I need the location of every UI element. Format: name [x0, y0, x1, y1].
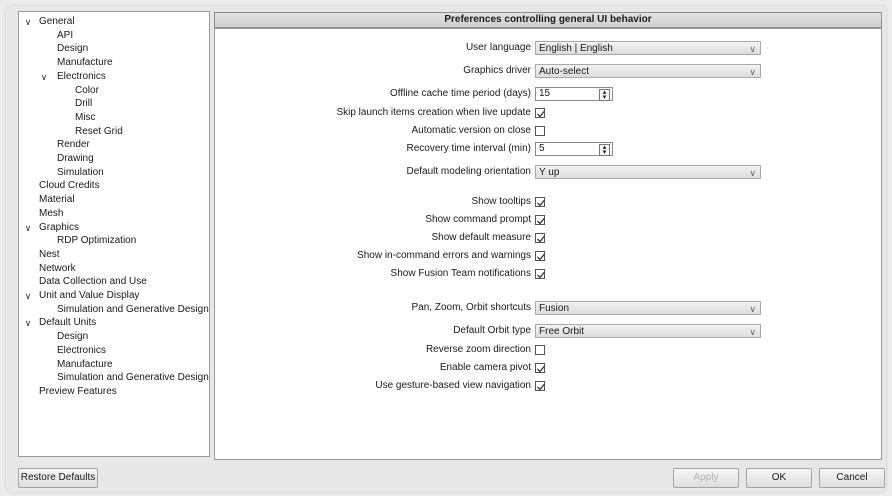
- checkmark-icon: [537, 199, 546, 207]
- auto-version-checkbox[interactable]: [535, 126, 545, 136]
- orientation-label: Default modeling orientation: [406, 166, 531, 177]
- show-tooltips-label: Show tooltips: [471, 196, 531, 207]
- tree-item[interactable]: Nest: [39, 248, 60, 262]
- pan-zoom-orbit-value: Fusion: [539, 303, 570, 314]
- settings-panel: User language English | English ∨ Graphics …: [214, 28, 882, 460]
- show-command-prompt-label: Show command prompt: [425, 214, 531, 225]
- show-command-prompt-checkbox[interactable]: [535, 215, 546, 225]
- ok-button[interactable]: OK: [746, 468, 812, 488]
- chevron-down-icon[interactable]: ∨: [23, 221, 33, 235]
- show-errors-warnings-checkbox[interactable]: [535, 251, 546, 261]
- gesture-navigation-checkbox[interactable]: [535, 381, 546, 391]
- tree-item[interactable]: Drawing: [57, 152, 94, 166]
- checkmark-icon: [537, 235, 546, 243]
- checkmark-icon: [537, 253, 546, 261]
- pan-zoom-orbit-label: Pan, Zoom, Orbit shortcuts: [411, 302, 532, 313]
- chevron-down-icon[interactable]: ∨: [23, 289, 33, 303]
- checkmark-icon: [537, 383, 546, 391]
- user-language-label: User language: [465, 42, 531, 53]
- tree-item[interactable]: Mesh: [39, 207, 63, 221]
- tree-item[interactable]: Network: [39, 262, 76, 276]
- reverse-zoom-checkbox[interactable]: [535, 345, 545, 355]
- orbit-type-value: Free Orbit: [539, 326, 585, 337]
- tree-item[interactable]: API: [57, 29, 73, 43]
- tree-item[interactable]: RDP Optimization: [57, 234, 136, 248]
- checkmark-icon: [537, 110, 546, 118]
- tree-item[interactable]: Design: [57, 330, 88, 344]
- tree-item[interactable]: Reset Grid: [75, 125, 123, 139]
- tree-item[interactable]: Drill: [75, 97, 92, 111]
- preferences-tree[interactable]: General ∨ API Design Manufacture Electronics ∨…: [18, 11, 210, 457]
- checkmark-icon: [537, 271, 546, 279]
- show-tooltips-checkbox[interactable]: [535, 197, 546, 207]
- gesture-navigation-label: Use gesture-based view navigation: [375, 380, 531, 391]
- spinner-arrows-icon[interactable]: ▴ ▾: [599, 144, 610, 156]
- tree-item[interactable]: Default Units: [39, 316, 96, 330]
- chevron-down-icon: ∨: [749, 327, 756, 337]
- user-language-value: English | English: [539, 43, 613, 54]
- graphics-driver-dropdown[interactable]: Auto-select ∨: [535, 64, 761, 78]
- camera-pivot-checkbox[interactable]: [535, 363, 546, 373]
- chevron-down-icon[interactable]: ∨: [23, 15, 33, 29]
- tree-item[interactable]: Color: [75, 84, 99, 98]
- chevron-down-icon: ∨: [749, 67, 756, 77]
- restore-defaults-button[interactable]: Restore Defaults: [18, 468, 98, 488]
- checkmark-icon: [537, 217, 546, 225]
- offline-cache-spinner[interactable]: 15 ▴ ▾: [535, 87, 613, 101]
- offline-cache-value: 15: [539, 88, 551, 99]
- skip-launch-label: Skip launch items creation when live upd…: [336, 107, 531, 118]
- tree-item[interactable]: Electronics: [57, 344, 106, 358]
- pan-zoom-orbit-dropdown[interactable]: Fusion ∨: [535, 301, 761, 315]
- tree-item[interactable]: Design: [57, 42, 88, 56]
- tree-item[interactable]: Simulation: [57, 166, 104, 180]
- orientation-value: Y up: [539, 167, 560, 178]
- show-fusion-team-notifications-checkbox[interactable]: [535, 269, 546, 279]
- auto-version-label: Automatic version on close: [411, 125, 531, 136]
- orbit-type-label: Default Orbit type: [453, 325, 531, 336]
- chevron-down-icon: ∨: [749, 44, 756, 54]
- tree-item[interactable]: Preview Features: [39, 385, 117, 399]
- user-language-dropdown[interactable]: English | English ∨: [535, 41, 761, 55]
- tree-item[interactable]: Data Collection and Use: [39, 275, 147, 289]
- camera-pivot-label: Enable camera pivot: [439, 362, 531, 373]
- tree-item[interactable]: Material: [39, 193, 75, 207]
- spinner-arrows-icon[interactable]: ▴ ▾: [599, 89, 610, 101]
- chevron-down-icon: ∨: [749, 304, 756, 314]
- tree-item[interactable]: Cloud Credits: [39, 179, 100, 193]
- chevron-down-icon: ∨: [749, 168, 756, 178]
- tree-item[interactable]: Unit and Value Display: [39, 289, 139, 303]
- tree-item[interactable]: Manufacture: [57, 56, 113, 70]
- tree-item[interactable]: Graphics: [39, 221, 79, 235]
- orbit-type-dropdown[interactable]: Free Orbit ∨: [535, 324, 761, 338]
- graphics-driver-value: Auto-select: [539, 66, 590, 77]
- recovery-interval-spinner[interactable]: 5 ▴ ▾: [535, 142, 613, 156]
- chevron-down-icon[interactable]: ∨: [23, 316, 33, 330]
- show-errors-warnings-label: Show in-command errors and warnings: [357, 250, 531, 261]
- orientation-dropdown[interactable]: Y up ∨: [535, 165, 761, 179]
- tree-item[interactable]: Manufacture: [57, 358, 113, 372]
- tree-item[interactable]: Misc: [75, 111, 96, 125]
- show-default-measure-label: Show default measure: [431, 232, 531, 243]
- graphics-driver-label: Graphics driver: [463, 65, 531, 76]
- tree-item[interactable]: Simulation and Generative Design: [57, 371, 209, 385]
- tree-item[interactable]: Render: [57, 138, 90, 152]
- apply-button[interactable]: Apply: [673, 468, 739, 488]
- cancel-button[interactable]: Cancel: [819, 468, 885, 488]
- skip-launch-checkbox[interactable]: [535, 108, 546, 118]
- recovery-interval-label: Recovery time interval (min): [406, 143, 531, 154]
- recovery-interval-value: 5: [539, 143, 545, 154]
- tree-item[interactable]: Simulation and Generative Design: [57, 303, 209, 317]
- reverse-zoom-label: Reverse zoom direction: [425, 344, 531, 355]
- checkmark-icon: [537, 365, 546, 373]
- chevron-down-icon[interactable]: ∨: [39, 70, 49, 84]
- page-title: Preferences controlling general UI behav…: [214, 12, 882, 28]
- offline-cache-label: Offline cache time period (days): [390, 88, 531, 99]
- show-default-measure-checkbox[interactable]: [535, 233, 546, 243]
- show-fusion-team-notifications-label: Show Fusion Team notifications: [390, 268, 531, 279]
- tree-item[interactable]: General: [39, 15, 75, 29]
- tree-item[interactable]: Electronics: [57, 70, 106, 84]
